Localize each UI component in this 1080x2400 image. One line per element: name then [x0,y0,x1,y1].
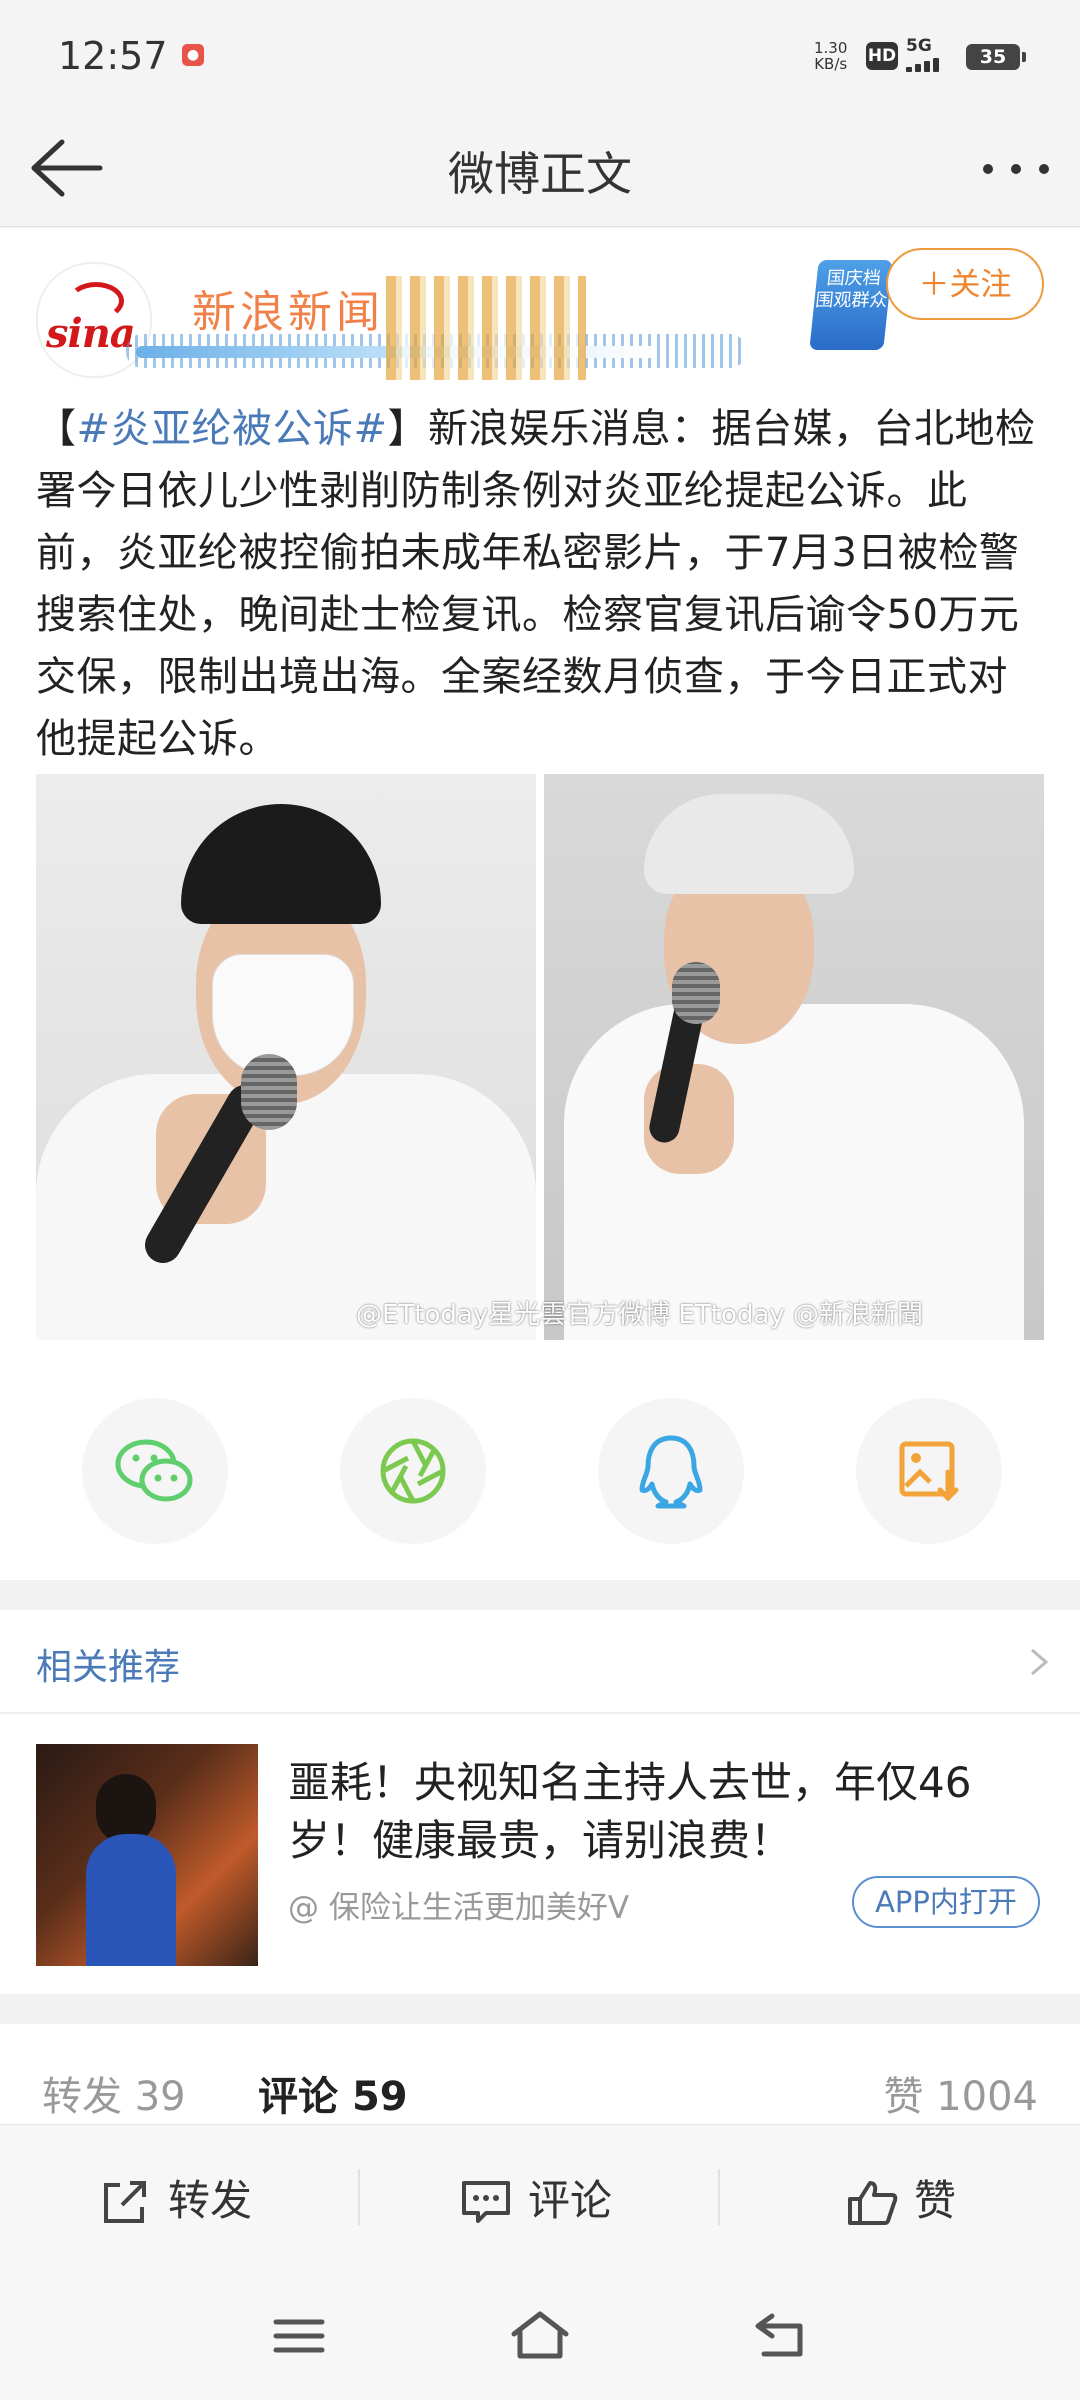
related-thumbnail[interactable] [36,1744,258,1966]
image-watermark: @ETtoday星光雲官方微博 ETtoday @新浪新聞 [356,1300,923,1330]
signal-type: 5G [906,36,932,56]
related-header[interactable]: 相关推荐 [36,1638,180,1690]
author-banner[interactable]: sina 新浪新闻 国庆档 围观群众 [36,250,893,388]
related-section: 相关推荐 噩耗！央视知名主持人去世，年仅46岁！健康最贵，请别浪费！ @ 保险让… [0,1610,1080,1994]
like-button[interactable]: 赞 [846,2171,986,2231]
system-nav-bar [0,2276,1080,2400]
repost-button[interactable]: 转发 [100,2171,280,2231]
network-speed: 1.30 KB/s [814,39,848,73]
post-text: 【#炎亚纶被公诉#】新浪娱乐消息：据台媒，台北地检署今日依儿少性剥削防制条例对炎… [36,406,1036,762]
share-row [0,1398,1080,1548]
comment-button[interactable]: 评论 [460,2171,640,2231]
save-image-icon[interactable] [856,1398,1002,1544]
moments-icon[interactable] [340,1398,486,1544]
hashtag-link[interactable]: #炎亚纶被公诉# [77,406,388,452]
page-title: 微博正文 [448,147,632,201]
thumbs-up-icon [848,2181,898,2225]
notification-icon: ● [182,44,204,66]
comment-icon [462,2181,510,2223]
signal-bars-icon [906,56,956,72]
divider [0,1712,1080,1714]
post-image[interactable]: @ETtoday星光雲官方微博 ETtoday @新浪新聞 [36,774,1044,1340]
post-card: sina 新浪新闻 国庆档 围观群众 ＋关注 【#炎亚纶被公诉#】新浪娱乐消息：… [0,228,1080,1580]
photo-right[interactable] [544,774,1044,1340]
like-tab[interactable]: 赞 1004 [883,2064,1038,2122]
back-nav-icon[interactable] [752,2310,808,2364]
repost-tab[interactable]: 转发 39 [42,2064,186,2122]
banner-graphic [386,276,586,380]
chevron-right-icon[interactable] [1024,1642,1054,1682]
menu-icon[interactable] [272,2316,326,2360]
follow-button[interactable]: ＋关注 [886,248,1044,320]
wechat-icon[interactable] [82,1398,228,1544]
more-dots-icon[interactable] [976,134,1056,204]
battery-icon: 35 [966,44,1026,70]
qq-icon[interactable] [598,1398,744,1544]
post-body: 新浪娱乐消息：据台媒，台北地检署今日依儿少性剥削防制条例对炎亚纶提起公诉。此前，… [36,406,1036,762]
top-nav-bar: 微博正文 [0,110,1080,227]
interaction-stats: 转发 39 评论 59 赞 1004 [0,2024,1080,2124]
bottom-action-bar: 转发 评论 赞 [0,2124,1080,2277]
related-title[interactable]: 噩耗！央视知名主持人去世，年仅46岁！健康最贵，请别浪费！ [288,1754,1048,1870]
hd-voice-icon: HD [866,42,898,70]
photo-left[interactable] [36,774,536,1340]
related-source: @ 保险让生活更加美好V [288,1890,630,1926]
author-name: 新浪新闻 [192,287,384,338]
share-out-icon [104,2181,146,2223]
status-bar: 12:57 ● 1.30 KB/s HD 5G 35 [0,0,1080,110]
clock: 12:57 [58,34,168,78]
open-in-app-button[interactable]: APP内打开 [852,1876,1040,1928]
home-icon[interactable] [508,2308,572,2366]
comment-tab[interactable]: 评论 59 [258,2064,408,2122]
